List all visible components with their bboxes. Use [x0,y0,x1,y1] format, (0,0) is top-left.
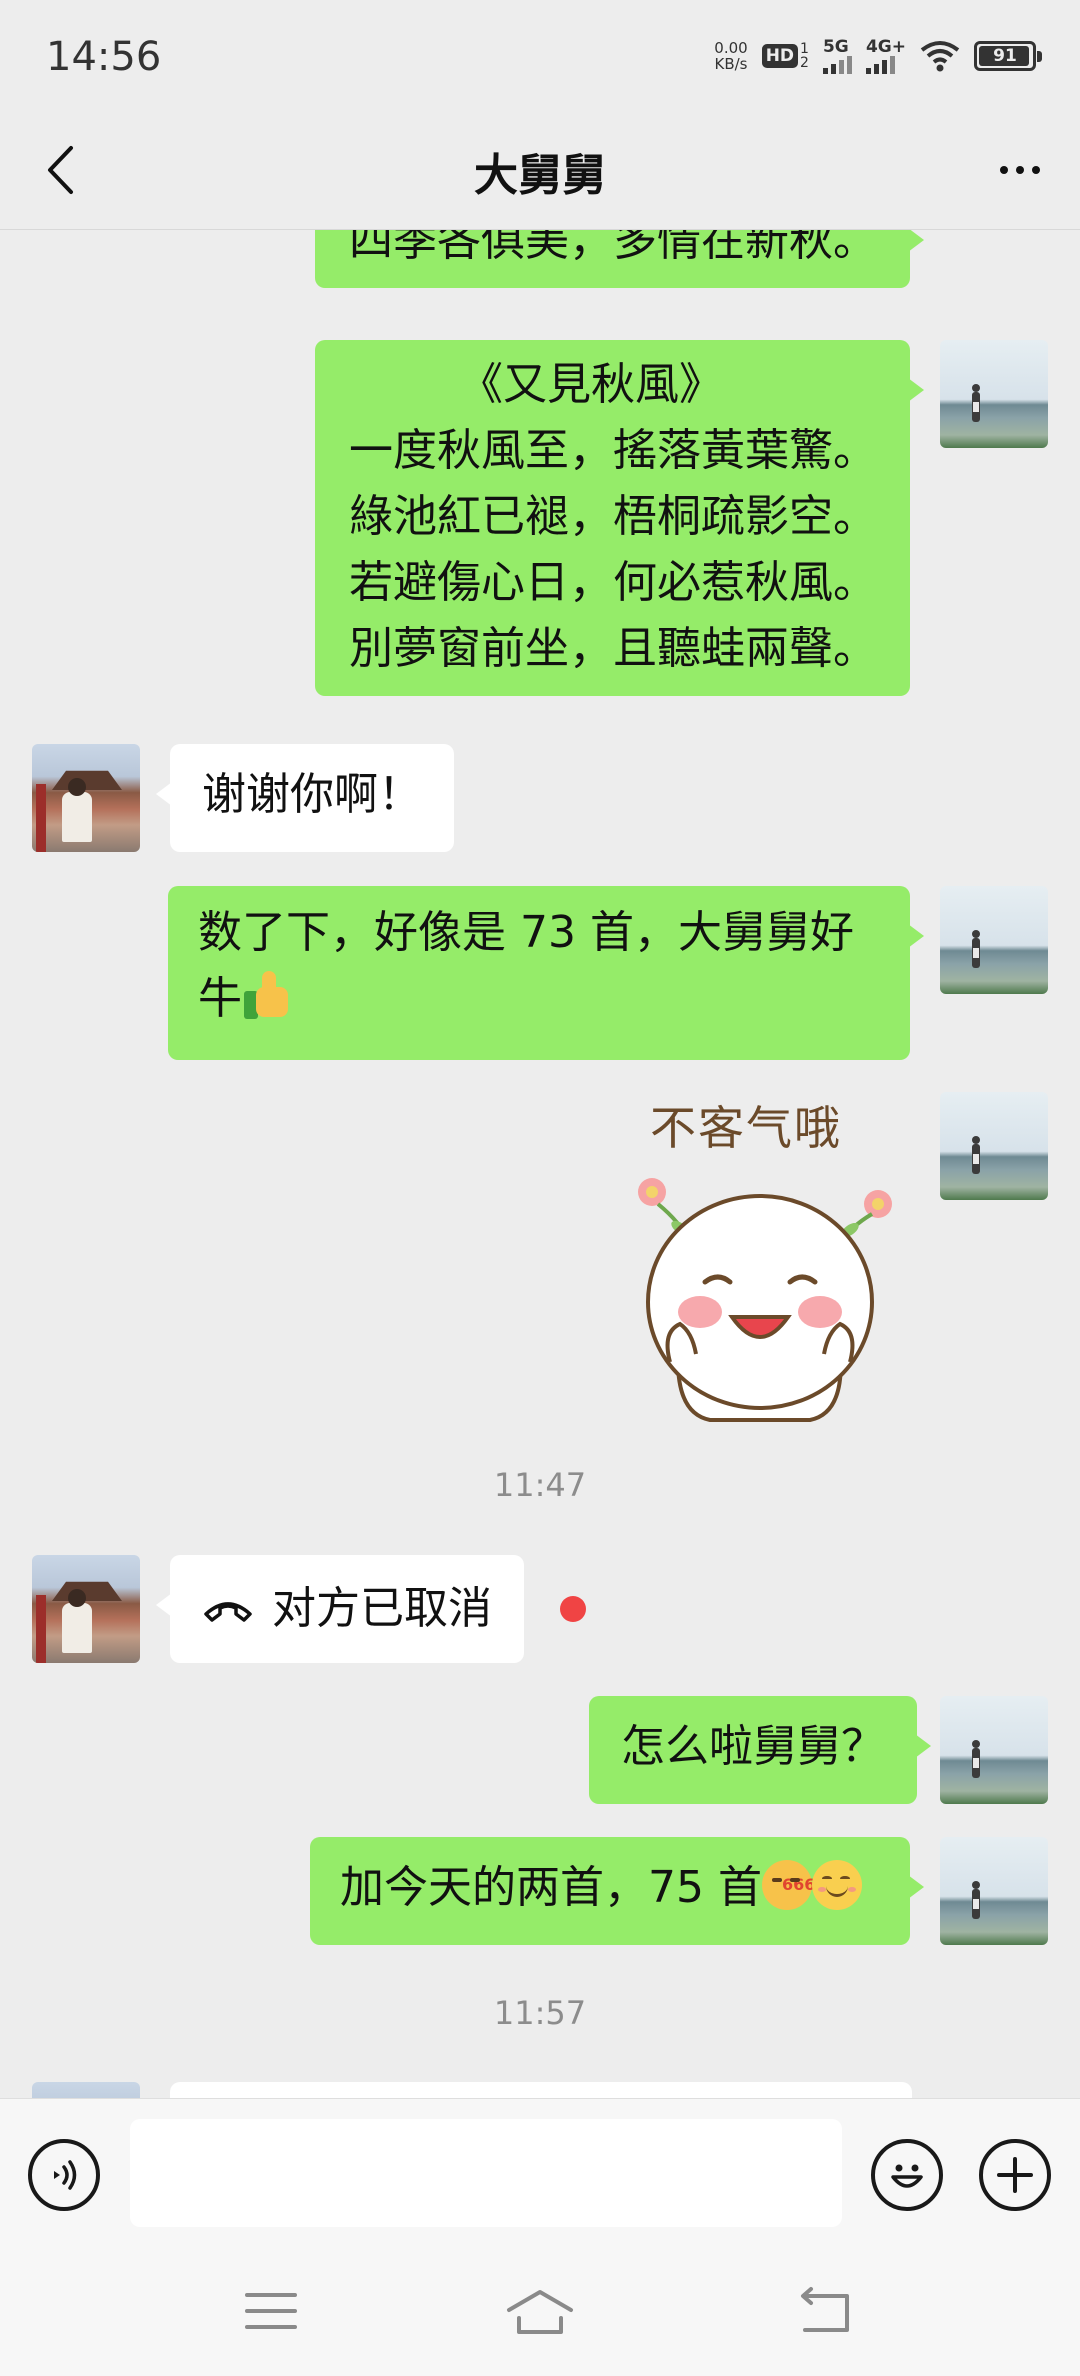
thumbs-up-emoji-icon [242,971,292,1021]
message-text: 对方已取消 [272,1583,492,1634]
avatar-contact[interactable] [32,744,140,852]
network-speed-unit: KB/s [714,55,748,73]
message-text: 数了下，好像是 73 首，大舅舅好 [198,907,854,958]
message-text: 加今天的两首，75 首 [340,1862,762,1913]
message-bubble-sent[interactable]: 数了下，好像是 73 首，大舅舅好 牛 [168,886,924,1060]
hd-sub-top: 1 [800,41,809,57]
more-icon-dot [1000,166,1008,174]
poem-line: 綠池紅已褪，梧桐疏影空。 [349,491,877,542]
network-speed: 0.00 KB/s [714,40,747,72]
poem-line: 若避傷心日，何必惹秋風。 [349,557,877,608]
home-icon [507,2290,573,2334]
home-button[interactable] [505,2281,575,2341]
message-list[interactable]: 四季各俱美，多情在新秋。 《又見秋風》 一度秋風至，搖落黃葉驚。 綠池紅已褪，梧… [0,230,1080,2098]
message-bubble-sent[interactable]: 《又見秋風》 一度秋風至，搖落黃葉驚。 綠池紅已褪，梧桐疏影空。 若避傷心日，何… [315,340,924,696]
signal-5g-icon: 5G [822,37,852,74]
signal-4g-label: 4G+ [865,37,906,57]
more-icon-dot [1032,166,1040,174]
input-bar [0,2098,1080,2253]
signal-bars-icon [822,56,852,74]
message-text-line: 加今天的两首，75 首 666 [340,1855,880,1921]
signal-5g-label: 5G [822,37,849,57]
hd-sub-bottom: 2 [800,55,809,71]
message-input[interactable] [130,2119,842,2227]
avatar-self[interactable] [940,1092,1048,1200]
wifi-icon [920,41,960,72]
avatar-self[interactable] [940,1837,1048,1945]
hd-label: HD [761,44,799,68]
emoji-icon [891,2164,923,2188]
more-button[interactable] [990,140,1050,200]
voice-icon [54,2160,77,2190]
avatar-self[interactable] [940,340,1048,448]
system-navigation-bar [0,2253,1080,2376]
call-record-bubble[interactable]: 对方已取消 [156,1555,524,1663]
message-timestamp: 11:47 [493,1466,587,1504]
return-icon [801,2287,849,2332]
status-icons: 0.00 KB/s HD 1 2 5G 4G+ 91 [714,37,1042,74]
avatar-contact[interactable] [32,1555,140,1663]
thinking-666-emoji-icon: 666 [761,1860,815,1910]
hd-icon: HD 1 2 [761,42,809,70]
network-speed-value: 0.00 [714,39,748,57]
phone-hangup-icon [204,1602,252,1622]
chat-header: 大舅舅 [0,115,1080,230]
emoji-button[interactable] [871,2139,943,2211]
menu-button[interactable] [236,2281,306,2341]
avatar-self[interactable] [940,886,1048,994]
poem-line: 別夢窗前坐，且聽蛙兩聲。 [349,623,877,674]
signal-bars-icon [865,56,895,74]
message-bubble-sent[interactable]: 加今天的两首，75 首 666 [310,1837,924,1945]
avatar-contact[interactable] [32,2082,140,2098]
message-timestamp: 11:57 [493,1994,587,2032]
poem-title: 《又見秋風》 [459,359,723,410]
message-bubble-sent[interactable]: 四季各俱美，多情在新秋。 [315,230,924,288]
message-text: 怎么啦舅舅？ [621,1721,885,1772]
poem-line: 一度秋風至，搖落黃葉驚。 [349,425,877,476]
sticker-character-icon [638,1178,892,1422]
status-time: 14:56 [46,34,162,80]
chat-title: 大舅舅 [474,150,606,201]
menu-icon [245,2293,297,2329]
status-bar: 14:56 0.00 KB/s HD 1 2 5G 4G+ 91 [0,0,1080,115]
hd-sub: 1 2 [800,42,809,70]
battery-percent: 91 [993,46,1017,66]
message-text: 四季各俱美，多情在新秋。 [349,230,877,266]
sticker-message[interactable]: 不客气哦 [610,1092,910,1422]
more-icon-dot [1016,166,1024,174]
plus-button[interactable] [979,2139,1051,2211]
message-text: 谢谢你啊！ [202,769,422,820]
message-text: 牛 [198,973,242,1024]
plus-icon [997,2157,1033,2193]
voice-button[interactable] [28,2139,100,2211]
battery-icon: 91 [974,41,1042,71]
emoji-badge-text: 666 [781,1875,816,1894]
message-bubble-received[interactable]: 谢谢你啊！ [156,744,454,852]
unread-dot [560,1596,586,1622]
message-text-line2: 牛 [198,966,880,1032]
message-bubble-sent[interactable]: 怎么啦舅舅？ [589,1696,931,1804]
message-bubble-received[interactable] [170,2082,912,2098]
avatar-self[interactable] [940,1696,1048,1804]
smile-emoji-icon [811,1860,862,1910]
signal-4g-icon: 4G+ [865,37,906,74]
return-button[interactable] [790,2281,860,2341]
